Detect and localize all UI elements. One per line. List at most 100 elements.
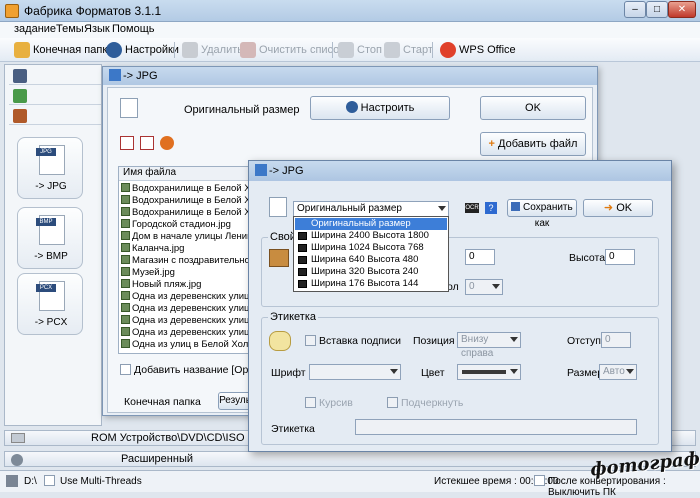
pcx-file-icon: PCX bbox=[36, 281, 65, 311]
file-name: Водохранилище в Белой Холунице.jpg bbox=[132, 183, 251, 194]
maximize-button[interactable]: □ bbox=[646, 1, 668, 18]
add-name-checkbox[interactable] bbox=[120, 364, 131, 375]
position-label: Позиция bbox=[413, 335, 455, 347]
after-convert-checkbox[interactable] bbox=[534, 475, 545, 486]
list-item[interactable]: Каланча.jpg bbox=[121, 243, 184, 254]
settings-button[interactable]: Настройки bbox=[106, 41, 179, 59]
list-item[interactable]: Новый пляж.jpg bbox=[121, 279, 201, 290]
font-select[interactable] bbox=[309, 364, 401, 380]
pcx-tag: PCX bbox=[36, 284, 56, 292]
size-option-2400[interactable]: Ширина 2400 Высота 1800 bbox=[295, 230, 447, 242]
category-video[interactable] bbox=[9, 67, 101, 85]
option-label: Ширина 640 Высота 480 bbox=[311, 254, 419, 265]
menu-help[interactable]: Помощь bbox=[112, 23, 155, 35]
left-pane: JPG -> JPG BMP -> BMP PCX -> PCX bbox=[4, 64, 102, 426]
clear-files-icon[interactable] bbox=[140, 136, 154, 150]
list-item[interactable]: Одна из деревенских улиц в Белой.jpg bbox=[121, 315, 251, 326]
underline-checkbox[interactable] bbox=[387, 397, 398, 408]
list-item[interactable]: Одна из деревенских улиц в Белой.jpg bbox=[121, 291, 251, 302]
minimize-button[interactable]: – bbox=[624, 1, 646, 18]
bmp-tag: BMP bbox=[36, 218, 56, 226]
output-folder-button[interactable]: Конечная папка bbox=[14, 41, 114, 59]
position-select[interactable]: Внизу справа bbox=[457, 332, 521, 359]
add-file-button[interactable]: + Добавить файл bbox=[480, 132, 586, 156]
chevron-down-icon bbox=[390, 369, 398, 374]
dialog-header: -> JPG bbox=[249, 161, 671, 181]
image-file-icon bbox=[121, 315, 130, 324]
italic-checkbox[interactable] bbox=[305, 397, 316, 408]
ok-button[interactable]: OK bbox=[480, 96, 586, 120]
start-button[interactable]: Старт bbox=[384, 41, 433, 59]
chevron-down-icon bbox=[510, 337, 518, 342]
size-preset-select[interactable]: Оригинальный размер bbox=[293, 201, 449, 217]
gear-icon bbox=[345, 101, 358, 113]
width-input[interactable]: 0 bbox=[465, 249, 495, 265]
gear-icon bbox=[106, 42, 122, 58]
size-option-1024[interactable]: Ширина 1024 Высота 768 bbox=[295, 242, 447, 254]
category-audio[interactable] bbox=[9, 87, 101, 105]
category-image[interactable] bbox=[9, 107, 101, 125]
clear-list-button[interactable]: Очистить список bbox=[240, 41, 344, 59]
drive-icon bbox=[6, 475, 18, 487]
indent-input[interactable]: 0 bbox=[601, 332, 631, 348]
dialog-header: -> JPG bbox=[103, 67, 597, 85]
stop-button[interactable]: Стоп bbox=[338, 41, 382, 59]
list-item[interactable]: Городской стадион.jpg bbox=[121, 219, 231, 230]
file-name: Одна из улиц в Белой Холунице.jpg bbox=[132, 339, 251, 350]
list-item[interactable]: Одна из деревенских улиц в Белой.jpg bbox=[121, 303, 251, 314]
size-select[interactable]: Авто bbox=[599, 364, 637, 380]
list-item[interactable]: Водохранилище в Белой Холунице.jpg bbox=[121, 183, 251, 194]
remove-file-icon[interactable] bbox=[120, 136, 134, 150]
list-item[interactable]: Одна из улиц в Белой Холунице.jpg bbox=[121, 339, 251, 350]
color-swatch bbox=[462, 370, 506, 374]
list-item[interactable]: Водохранилище в Белой Холунице.jpg bbox=[121, 195, 251, 206]
label-text-input[interactable] bbox=[355, 419, 637, 435]
italic-label: Курсив bbox=[319, 397, 353, 409]
menu-themes[interactable]: Темы bbox=[56, 23, 84, 35]
list-item[interactable]: Дом в начале улицы Ленина.jpg bbox=[121, 231, 251, 242]
rotate-select[interactable]: 0 bbox=[465, 279, 503, 295]
configure-button[interactable]: Настроить bbox=[310, 96, 450, 120]
format-bmp-button[interactable]: BMP -> BMP bbox=[17, 207, 83, 269]
image-file-icon bbox=[121, 291, 130, 300]
file-list[interactable]: Имя файла Водохранилище в Белой Холунице… bbox=[118, 166, 252, 354]
ocr-icon[interactable]: OCR bbox=[465, 203, 479, 213]
rotate-value: 0 bbox=[469, 281, 475, 292]
wps-office-button[interactable]: WPS Office bbox=[440, 41, 516, 59]
start-icon bbox=[384, 42, 400, 58]
image-file-icon bbox=[121, 327, 130, 336]
underline-label: Подчеркнуть bbox=[401, 397, 464, 409]
help-icon[interactable]: ? bbox=[485, 202, 497, 214]
list-item[interactable]: Магазин с поздравительной вывеской.jpg bbox=[121, 255, 251, 266]
save-as-button[interactable]: Сохранить как bbox=[507, 199, 577, 229]
play-icon[interactable] bbox=[160, 136, 174, 150]
format-jpg-button[interactable]: JPG -> JPG bbox=[17, 137, 83, 199]
size-option-320[interactable]: Ширина 320 Высота 240 bbox=[295, 266, 447, 278]
list-item[interactable]: Водохранилище в Белой Холунице.jpg bbox=[121, 207, 251, 218]
file-name-column-header[interactable]: Имя файла bbox=[119, 167, 251, 181]
insert-caption-checkbox[interactable] bbox=[305, 335, 316, 346]
result-button[interactable]: Резуль bbox=[218, 392, 252, 410]
multithread-checkbox[interactable] bbox=[44, 475, 55, 486]
toolbar: Конечная папка Настройки Удалить Очистит… bbox=[0, 38, 700, 62]
size-option-640[interactable]: Ширина 640 Высота 480 bbox=[295, 254, 447, 266]
menu-task[interactable]: задание bbox=[14, 23, 56, 35]
list-item[interactable]: Одна из деревенских улиц в Белой.jpg bbox=[121, 327, 251, 338]
stop-label: Стоп bbox=[357, 44, 382, 56]
jpg-file-icon: JPG bbox=[36, 145, 65, 175]
output-folder-label: Конечная папка bbox=[124, 396, 201, 408]
height-input[interactable]: 0 bbox=[605, 249, 635, 265]
menu-language[interactable]: Язык bbox=[84, 23, 110, 35]
close-button[interactable]: ✕ bbox=[668, 1, 696, 18]
size-option-original[interactable]: Оригинальный размер bbox=[295, 218, 447, 230]
list-item[interactable]: Музей.jpg bbox=[121, 267, 175, 278]
format-pcx-button[interactable]: PCX -> PCX bbox=[17, 273, 83, 335]
menu-bar: задание Темы Язык Помощь bbox=[0, 22, 700, 38]
size-option-176[interactable]: Ширина 176 Высота 144 bbox=[295, 278, 447, 290]
color-picker[interactable] bbox=[457, 364, 521, 380]
font-label: Шрифт bbox=[271, 367, 306, 379]
caption-icon bbox=[269, 331, 291, 351]
delete-button[interactable]: Удалить bbox=[182, 41, 243, 59]
size-label: Размер bbox=[567, 367, 604, 379]
ok-button[interactable]: ➜ OK bbox=[583, 199, 653, 217]
